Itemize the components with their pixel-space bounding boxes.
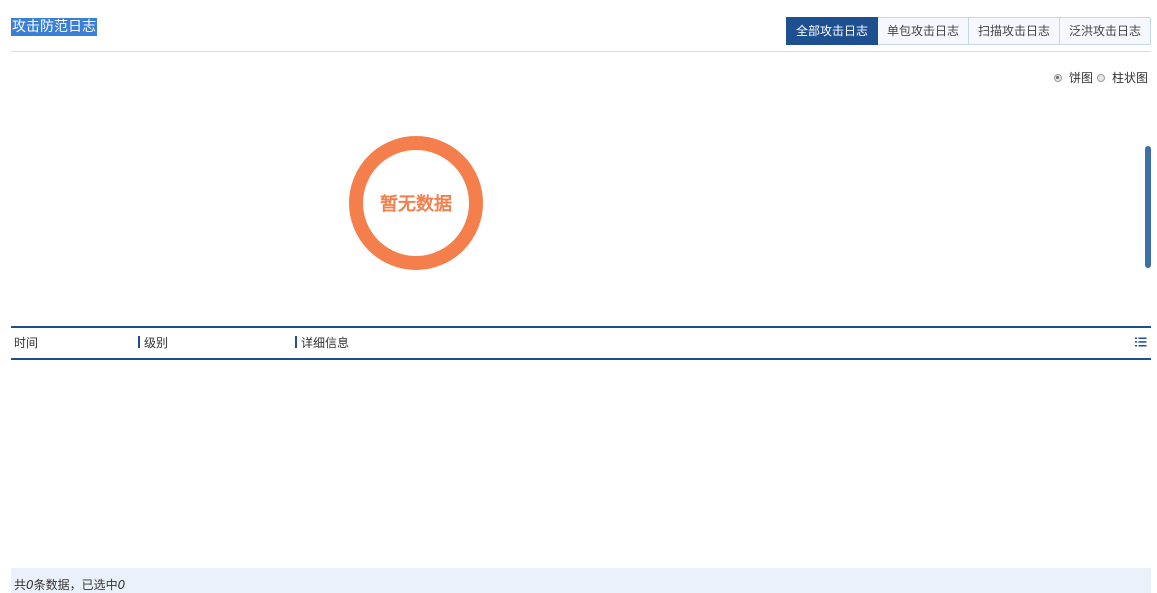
tab-flood-attack-logs[interactable]: 泛洪攻击日志: [1059, 17, 1151, 45]
column-settings-icon[interactable]: [1135, 337, 1147, 347]
column-header-level[interactable]: 级别: [138, 336, 168, 350]
bar-chart-radio[interactable]: [1096, 73, 1105, 82]
tab-single-packet-attack-logs[interactable]: 单包攻击日志: [877, 17, 969, 45]
column-header-detail[interactable]: 详细信息: [295, 336, 349, 350]
column-separator[interactable]: [138, 336, 140, 348]
tab-all-attack-logs[interactable]: 全部攻击日志: [785, 17, 878, 45]
log-type-tabs: 全部攻击日志 单包攻击日志 扫描攻击日志 泛洪攻击日志: [785, 17, 1151, 45]
header-divider: [11, 51, 1151, 52]
chart-type-selector: 饼图 柱状图: [1053, 69, 1149, 86]
pie-chart-label[interactable]: 饼图: [1069, 69, 1093, 86]
column-header-time[interactable]: 时间: [14, 336, 38, 350]
table-footer-status: 共0条数据，已选中0: [11, 568, 1151, 593]
total-count: 0: [26, 578, 34, 592]
page-title: 攻击防范日志: [11, 18, 97, 36]
pie-chart-radio[interactable]: [1053, 73, 1062, 82]
bar-chart-label[interactable]: 柱状图: [1112, 69, 1148, 86]
no-data-text: 暂无数据: [380, 194, 452, 215]
column-separator[interactable]: [295, 336, 297, 348]
tab-scan-attack-logs[interactable]: 扫描攻击日志: [968, 17, 1060, 45]
scrollbar-thumb[interactable]: [1145, 146, 1151, 268]
selected-count: 0: [117, 578, 126, 592]
table-header: 时间 级别 详细信息: [11, 326, 1151, 360]
